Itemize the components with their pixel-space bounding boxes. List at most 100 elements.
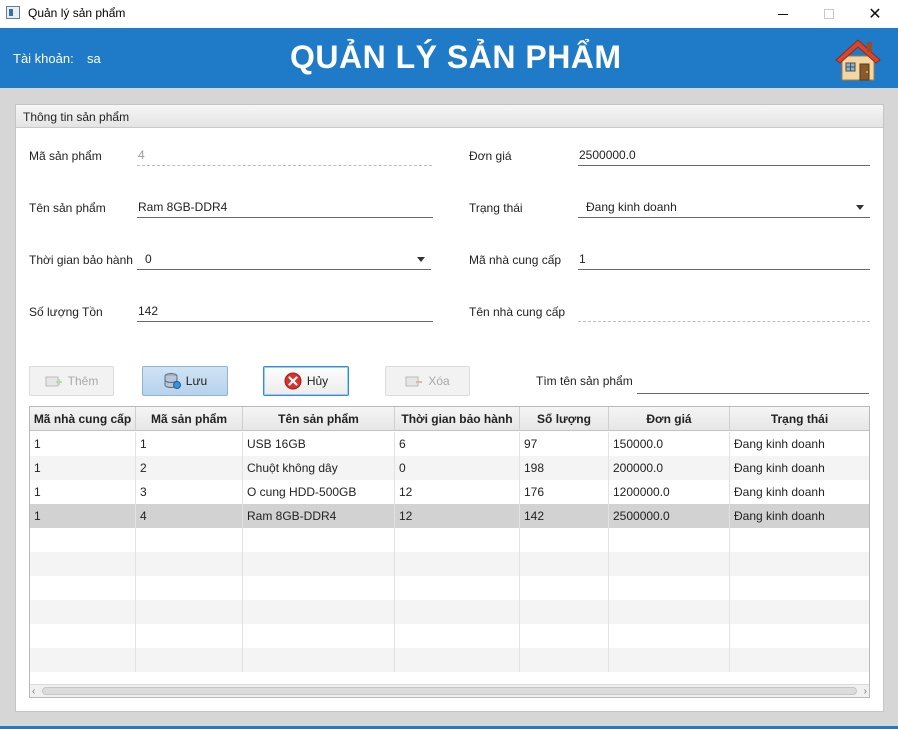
table-row[interactable]: 1 1 USB 16GB 6 97 150000.0 Đang kinh doanh (30, 432, 869, 456)
title-bar: Quản lý sản phẩm ✕ (0, 0, 898, 28)
save-database-icon (164, 373, 181, 389)
column-header[interactable]: Số lượng (520, 407, 609, 431)
cancel-circle-x-icon (284, 372, 302, 390)
table-cell: 2500000.0 (609, 504, 730, 528)
table-cell (730, 600, 869, 624)
scrollbar-thumb[interactable] (42, 687, 857, 695)
home-icon[interactable] (834, 36, 882, 82)
table-cell (520, 624, 609, 648)
table-cell: 4 (136, 504, 243, 528)
table-cell: 0 (395, 456, 520, 480)
column-header[interactable]: Trạng thái (730, 407, 869, 431)
supplier-id-field[interactable]: 1 (578, 248, 870, 270)
table-cell (395, 648, 520, 672)
table-cell (520, 600, 609, 624)
price-field[interactable]: 2500000.0 (578, 144, 870, 166)
table-cell: O cung HDD-500GB (243, 480, 395, 504)
table-cell (609, 600, 730, 624)
minimize-button[interactable] (760, 0, 806, 28)
table-cell (243, 576, 395, 600)
warranty-select[interactable]: 0 (137, 248, 431, 270)
table-cell (30, 576, 136, 600)
table-cell (730, 624, 869, 648)
close-button[interactable]: ✕ (852, 0, 898, 28)
save-button-label: Lưu (185, 374, 208, 388)
table-cell (243, 528, 395, 552)
scroll-right-icon[interactable]: › (864, 686, 867, 697)
product-name-field[interactable]: Ram 8GB-DDR4 (137, 196, 433, 218)
table-cell (243, 552, 395, 576)
warranty-value: 0 (145, 252, 152, 266)
stock-field[interactable]: 142 (137, 300, 433, 322)
horizontal-scrollbar[interactable]: ‹ › (30, 684, 869, 697)
delete-button[interactable]: Xóa (385, 366, 470, 396)
chevron-down-icon (856, 205, 864, 210)
app-header: Tài khoản: sa QUẢN LÝ SẢN PHẨM (0, 28, 898, 88)
close-icon: ✕ (868, 6, 882, 23)
maximize-button[interactable] (806, 0, 852, 28)
column-header[interactable]: Tên sản phẩm (243, 407, 395, 431)
table-row[interactable] (30, 600, 869, 624)
account-value: sa (87, 51, 101, 66)
table-cell (136, 528, 243, 552)
table-cell (609, 624, 730, 648)
table-cell (395, 600, 520, 624)
table-cell: 1 (30, 504, 136, 528)
table-row[interactable]: 1 2 Chuột không dây 0 198 200000.0 Đang kinh d… (30, 456, 869, 480)
product-id-field: 4 (137, 144, 432, 166)
column-header[interactable]: Đơn giá (609, 407, 730, 431)
add-button-label: Thêm (67, 374, 99, 388)
table-row[interactable] (30, 528, 869, 552)
table-cell: 1 (30, 432, 136, 456)
status-value: Đang kinh doanh (586, 200, 677, 214)
stock-label: Số lượng Tồn (29, 305, 103, 319)
table-row[interactable] (30, 624, 869, 648)
table-header: Mã nhà cung cấp Mã sản phẩm Tên sản phẩm… (30, 407, 869, 431)
table-cell (243, 648, 395, 672)
minimize-icon (778, 13, 788, 15)
status-select[interactable]: Đang kinh doanh (578, 196, 870, 218)
account-label: Tài khoản: (13, 51, 74, 66)
add-button[interactable]: Thêm (29, 366, 114, 396)
save-button[interactable]: Lưu (142, 366, 228, 396)
table-row[interactable] (30, 576, 869, 600)
column-header[interactable]: Mã nhà cung cấp (30, 407, 136, 431)
price-label: Đơn giá (469, 149, 512, 163)
column-header[interactable]: Mã sản phẩm (136, 407, 243, 431)
table-cell (730, 528, 869, 552)
table-cell: 12 (395, 480, 520, 504)
table-row[interactable] (30, 648, 869, 672)
table-cell: 2 (136, 456, 243, 480)
scroll-left-icon[interactable]: ‹ (32, 686, 35, 697)
table-cell: 1 (30, 480, 136, 504)
table-cell: 6 (395, 432, 520, 456)
delete-button-label: Xóa (428, 374, 450, 388)
table-row[interactable] (30, 552, 869, 576)
window-title: Quản lý sản phẩm (28, 6, 126, 20)
table-cell: 198 (520, 456, 609, 480)
chevron-down-icon (417, 257, 425, 262)
delete-icon (405, 376, 423, 387)
table-cell: 12 (395, 504, 520, 528)
app-window-icon (6, 6, 20, 19)
panel-title: Thông tin sản phẩm (23, 110, 130, 124)
table-cell (609, 528, 730, 552)
column-header[interactable]: Thời gian bảo hành (395, 407, 520, 431)
cancel-button-label: Hủy (306, 374, 329, 388)
table-cell: 97 (520, 432, 609, 456)
table-row[interactable]: 13O cung HDD-500GB 12 176 1200000.0 Đang kin… (30, 480, 869, 504)
table-cell (395, 624, 520, 648)
supplier-name-field (578, 300, 870, 322)
page-title: QUẢN LÝ SẢN PHẨM (290, 39, 622, 75)
table-cell (395, 552, 520, 576)
product-id-label: Mã sản phẩm (29, 149, 102, 163)
table-cell (30, 528, 136, 552)
cancel-button[interactable]: Hủy (263, 366, 349, 396)
table-row[interactable]: 1 4 Ram 8GB-DDR4 12 142 2500000.0 Đang kinh do… (30, 504, 869, 528)
table-cell: Đang kinh doanh (734, 437, 825, 451)
product-table: Mã nhà cung cấp Mã sản phẩm Tên sản phẩm… (29, 406, 870, 698)
panel-header: Thông tin sản phẩm (16, 105, 883, 128)
search-input[interactable] (637, 372, 869, 394)
table-cell (136, 576, 243, 600)
product-name-label: Tên sản phẩm (29, 201, 106, 215)
